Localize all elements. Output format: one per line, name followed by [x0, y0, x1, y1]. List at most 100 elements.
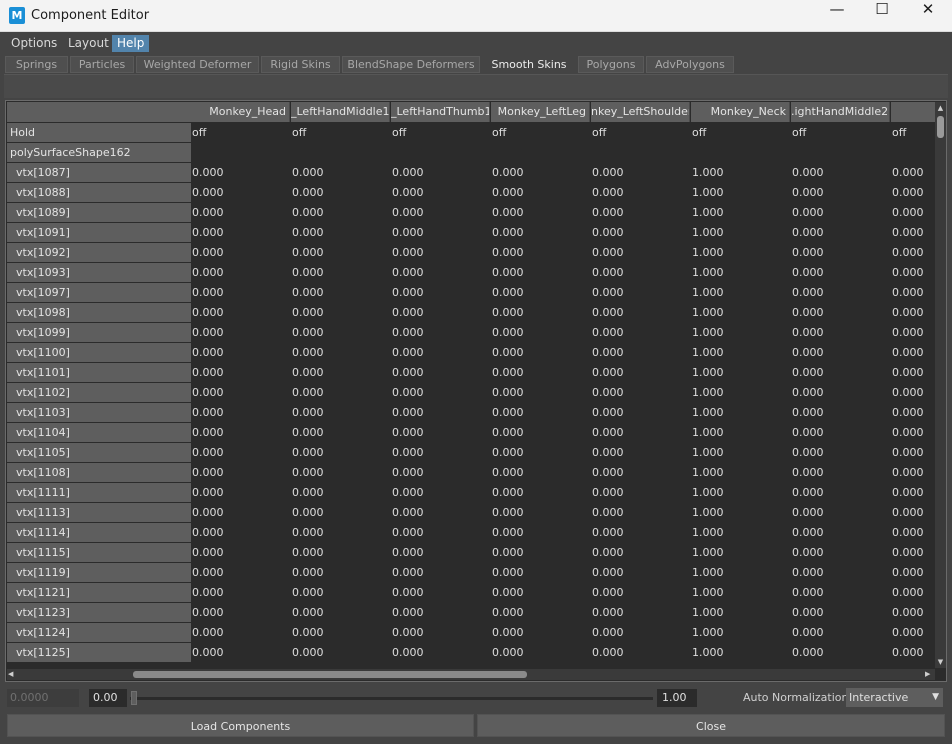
vertex-row-label[interactable]: vtx[1113] — [7, 503, 191, 522]
weight-cell[interactable]: 0.000 — [291, 383, 390, 402]
weight-cell[interactable]: 0.000 — [591, 643, 690, 662]
weight-cell[interactable]: 0.000 — [491, 223, 590, 242]
weight-cell[interactable]: 0.000 — [291, 183, 390, 202]
weight-cell[interactable]: 0.000 — [391, 503, 490, 522]
vertex-row-label[interactable]: vtx[1089] — [7, 203, 191, 222]
weight-cell[interactable]: 1.000 — [691, 503, 790, 522]
column-header[interactable]: _LeftHandMiddle1 — [291, 102, 390, 122]
weight-cell[interactable]: 0.000 — [291, 163, 390, 182]
weight-cell[interactable]: 0.000 — [791, 203, 890, 222]
hold-cell[interactable]: off — [391, 123, 490, 142]
weight-cell[interactable]: 0.000 — [191, 183, 290, 202]
weight-cell[interactable]: 0.000 — [791, 323, 890, 342]
weight-cell[interactable]: 0.000 — [391, 343, 490, 362]
weight-cell[interactable]: 0.000 — [391, 223, 490, 242]
weight-cell[interactable]: 1.000 — [691, 523, 790, 542]
weight-cell[interactable]: 0.000 — [291, 523, 390, 542]
weight-cell[interactable]: 0.000 — [191, 503, 290, 522]
weight-cell[interactable]: 0.000 — [191, 423, 290, 442]
weight-cell[interactable]: 0.000 — [291, 303, 390, 322]
weight-cell[interactable]: 0.000 — [291, 503, 390, 522]
column-header[interactable]: nkey_LeftShoulder — [591, 102, 690, 122]
vertex-row-label[interactable]: vtx[1098] — [7, 303, 191, 322]
weight-cell[interactable]: 0.000 — [891, 403, 935, 422]
weight-cell[interactable]: 0.000 — [891, 523, 935, 542]
weight-cell[interactable]: 0.000 — [391, 363, 490, 382]
weight-cell[interactable]: 1.000 — [691, 623, 790, 642]
scroll-up-arrow-icon[interactable]: ▲ — [935, 104, 946, 112]
weight-cell[interactable]: 0.000 — [291, 243, 390, 262]
weight-cell[interactable]: 0.000 — [391, 523, 490, 542]
weight-cell[interactable]: 0.000 — [891, 263, 935, 282]
weight-cell[interactable]: 0.000 — [891, 243, 935, 262]
weight-cell[interactable]: 0.000 — [891, 583, 935, 602]
weight-cell[interactable]: 0.000 — [391, 403, 490, 422]
weight-cell[interactable]: 0.000 — [791, 363, 890, 382]
weight-cell[interactable]: 0.000 — [891, 223, 935, 242]
weight-cell[interactable]: 0.000 — [791, 603, 890, 622]
weight-cell[interactable]: 0.000 — [791, 303, 890, 322]
tab-rigid-skins[interactable]: Rigid Skins — [261, 56, 340, 73]
weight-cell[interactable]: 0.000 — [291, 543, 390, 562]
tab-polygons[interactable]: Polygons — [578, 56, 644, 73]
column-header[interactable]: .ightHandMiddle2 — [791, 102, 890, 122]
column-header[interactable]: .ightHan — [891, 102, 935, 122]
tab-springs[interactable]: Springs — [5, 56, 68, 73]
weight-cell[interactable]: 0.000 — [291, 403, 390, 422]
weight-cell[interactable]: 0.000 — [891, 543, 935, 562]
weight-cell[interactable]: 0.000 — [891, 363, 935, 382]
weight-cell[interactable]: 0.000 — [291, 443, 390, 462]
weight-cell[interactable]: 0.000 — [491, 503, 590, 522]
vertex-row-label[interactable]: vtx[1124] — [7, 623, 191, 642]
weight-cell[interactable]: 0.000 — [491, 523, 590, 542]
weight-cell[interactable]: 0.000 — [491, 383, 590, 402]
weight-cell[interactable]: 0.000 — [491, 463, 590, 482]
scroll-down-arrow-icon[interactable]: ▼ — [935, 658, 946, 666]
hold-cell[interactable]: off — [891, 123, 935, 142]
weight-cell[interactable]: 0.000 — [591, 583, 690, 602]
weight-cell[interactable]: 0.000 — [591, 363, 690, 382]
weight-cell[interactable]: 0.000 — [191, 483, 290, 502]
weight-cell[interactable]: 0.000 — [391, 323, 490, 342]
weight-cell[interactable]: 0.000 — [391, 203, 490, 222]
weight-cell[interactable]: 0.000 — [591, 323, 690, 342]
weight-cell[interactable]: 0.000 — [191, 203, 290, 222]
weight-cell[interactable]: 0.000 — [891, 643, 935, 662]
weight-cell[interactable]: 0.000 — [291, 423, 390, 442]
weight-cell[interactable]: 1.000 — [691, 463, 790, 482]
weight-cell[interactable]: 0.000 — [291, 623, 390, 642]
vertex-row-label[interactable]: vtx[1121] — [7, 583, 191, 602]
auto-normalization-dropdown[interactable]: Interactive ▼ — [846, 688, 943, 707]
weight-cell[interactable]: 0.000 — [391, 623, 490, 642]
weight-cell[interactable]: 0.000 — [891, 183, 935, 202]
weight-cell[interactable]: 0.000 — [191, 383, 290, 402]
column-header[interactable]: Monkey_Head — [191, 102, 290, 122]
weight-cell[interactable]: 0.000 — [291, 483, 390, 502]
horizontal-scroll-thumb[interactable] — [133, 671, 527, 678]
weight-cell[interactable]: 0.000 — [391, 243, 490, 262]
vertical-scrollbar[interactable]: ▲ ▼ — [935, 102, 946, 668]
weight-cell[interactable]: 0.000 — [491, 303, 590, 322]
weight-cell[interactable]: 0.000 — [491, 583, 590, 602]
weight-cell[interactable]: 1.000 — [691, 163, 790, 182]
weight-cell[interactable]: 0.000 — [191, 623, 290, 642]
weight-cell[interactable]: 0.000 — [891, 283, 935, 302]
weight-cell[interactable]: 0.000 — [191, 323, 290, 342]
weight-cell[interactable]: 0.000 — [891, 303, 935, 322]
weight-cell[interactable]: 0.000 — [491, 163, 590, 182]
weight-cell[interactable]: 0.000 — [791, 223, 890, 242]
weight-cell[interactable]: 0.000 — [391, 583, 490, 602]
weight-cell[interactable]: 0.000 — [791, 423, 890, 442]
vertex-row-label[interactable]: vtx[1087] — [7, 163, 191, 182]
weight-cell[interactable]: 0.000 — [791, 443, 890, 462]
weight-cell[interactable]: 0.000 — [491, 563, 590, 582]
weight-cell[interactable]: 0.000 — [791, 343, 890, 362]
weight-cell[interactable]: 0.000 — [191, 443, 290, 462]
weight-cell[interactable]: 0.000 — [591, 383, 690, 402]
vertex-row-label[interactable]: vtx[1101] — [7, 363, 191, 382]
vertex-row-label[interactable]: vtx[1114] — [7, 523, 191, 542]
weight-cell[interactable]: 0.000 — [491, 183, 590, 202]
weight-cell[interactable]: 0.000 — [591, 603, 690, 622]
weight-cell[interactable]: 0.000 — [391, 463, 490, 482]
weight-cell[interactable]: 0.000 — [291, 563, 390, 582]
